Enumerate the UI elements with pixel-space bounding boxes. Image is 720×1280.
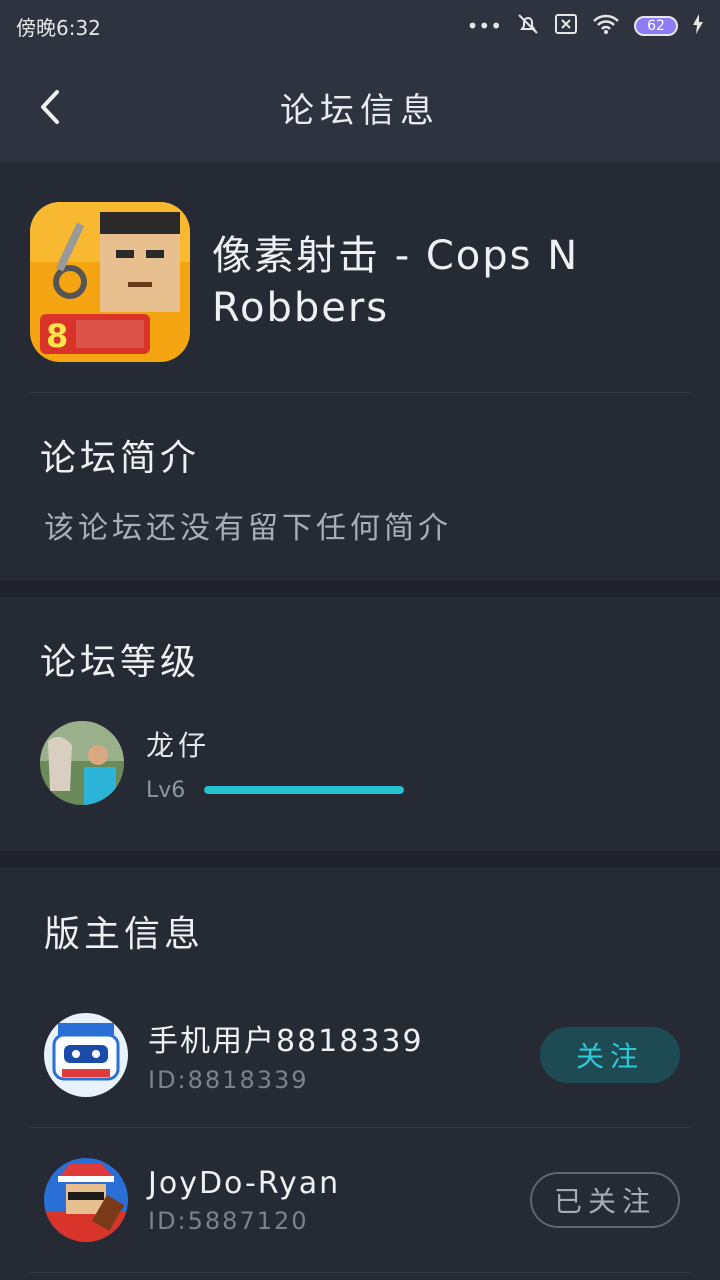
level-label: Lv6 xyxy=(146,777,186,803)
forum-name: 像素射击 - Cops N Robbers xyxy=(212,233,580,331)
moderator-name: 手机用户8818339 xyxy=(148,1024,424,1059)
more-dots-icon: ••• xyxy=(466,14,502,38)
divider xyxy=(30,1127,690,1128)
back-button[interactable] xyxy=(30,82,70,132)
moderators-title: 版主信息 xyxy=(44,914,205,955)
close-box-icon xyxy=(554,13,578,40)
status-bar: 傍晚6:32 ••• 62 xyxy=(0,0,720,52)
moderator-id: ID:8818339 xyxy=(148,1066,309,1094)
moderator-row[interactable]: 手机用户8818339 ID:8818339 关注 xyxy=(0,1001,720,1109)
moderator-id: ID:5887120 xyxy=(148,1206,309,1235)
moderators-card: 版主信息 手机用户8818339 ID:8818339 关注 JoyDo-Rya… xyxy=(0,867,720,1273)
moderator-info: JoyDo-Ryan ID:5887120 xyxy=(148,1166,530,1235)
battery-icon: 62 xyxy=(634,16,678,36)
level-row[interactable]: 龙仔 Lv6 xyxy=(0,685,720,851)
intro-title: 论坛简介 xyxy=(40,438,201,479)
back-arrow-icon xyxy=(41,90,59,124)
forum-header: 8 像素射击 - Cops N Robbers xyxy=(0,162,720,392)
section-gap xyxy=(0,581,720,597)
followed-button[interactable]: 已关注 xyxy=(530,1172,680,1228)
app-bar: 论坛信息 xyxy=(0,52,720,162)
moderator-info: 手机用户8818339 ID:8818339 xyxy=(148,1016,540,1094)
moderator-row[interactable]: JoyDo-Ryan ID:5887120 已关注 xyxy=(0,1146,720,1254)
level-line: Lv6 xyxy=(146,778,404,803)
level-progress-fill xyxy=(204,786,404,794)
intro-text: 该论坛还没有留下任何简介 xyxy=(44,511,452,546)
moderator-avatar xyxy=(44,1158,128,1242)
follow-button[interactable]: 关注 xyxy=(540,1027,680,1083)
forum-level-card: 论坛等级 龙仔 Lv6 xyxy=(0,597,720,851)
section-gap xyxy=(0,851,720,867)
level-user-name: 龙仔 xyxy=(146,728,211,762)
moderator-name: JoyDo-Ryan xyxy=(148,1165,341,1201)
page-title: 论坛信息 xyxy=(280,90,440,131)
status-icons: ••• 62 xyxy=(467,12,704,41)
divider xyxy=(30,1272,690,1273)
mute-bell-icon xyxy=(516,12,540,41)
status-time: 傍晚6:32 xyxy=(16,15,101,40)
charging-icon xyxy=(692,13,704,40)
level-title: 论坛等级 xyxy=(40,642,201,683)
wifi-icon xyxy=(592,13,620,40)
forum-info-card: 8 像素射击 - Cops N Robbers 论坛简介 该论坛还没有留下任何简… xyxy=(0,162,720,581)
svg-text:8: 8 xyxy=(46,317,68,355)
level-progress-bar xyxy=(204,786,404,794)
level-info: 龙仔 Lv6 xyxy=(146,724,404,803)
moderator-avatar xyxy=(44,1013,128,1097)
avatar xyxy=(40,721,124,805)
forum-app-icon: 8 xyxy=(30,202,190,362)
